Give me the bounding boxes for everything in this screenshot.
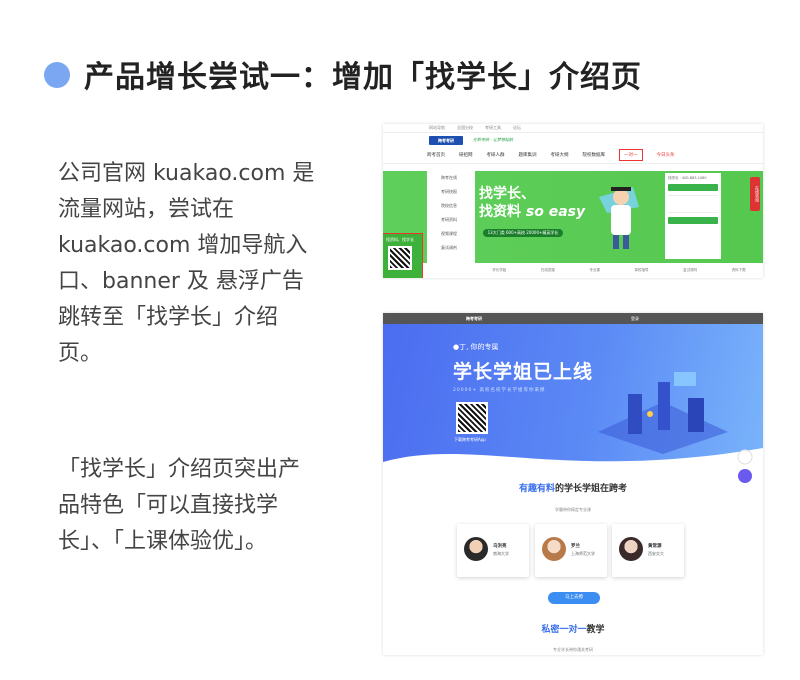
kuakao-logo[interactable]: 跨考考研 [429,135,463,145]
topbar-item[interactable]: 网站导航 [429,125,445,131]
hero-small-text: ●丁, 你的专属 [453,343,499,351]
nav-item[interactable]: 研招网 [459,152,473,158]
section-subtitle: 学霸带你搞定专业课 [555,507,591,512]
banner-line-2: 找资料 [479,204,521,220]
menu-item[interactable]: 考研快报 [427,185,475,199]
qr-ad-text: 找资料、找学长 [386,237,414,242]
kuakao-logo[interactable]: 跨考考研 [459,315,489,322]
title-bullet-dot [44,62,70,88]
senior-name: 乌洪亮 [493,544,507,549]
strip-item[interactable]: 在线答疑 [541,268,555,273]
menu-item[interactable]: 跨考在线 [427,171,475,185]
senior-hero-banner: ●丁, 你的专属 学长学姐已上线 20000+ 高校名校学长学姐等你来撩 下载跨… [383,324,763,472]
strip-item[interactable]: 择校指导 [635,268,649,273]
senior-name: 黄常源 [648,544,662,549]
floating-consult-tag[interactable]: 在线咨询 [750,177,760,211]
hero-headline: 学长学姐已上线 [453,361,594,383]
homepage-screenshot: 网站导航 全国分校 考研工具 论坛 跨考考研 在职考研 · 让梦想起航 跨考首页… [383,124,763,278]
go-chat-button[interactable]: 马上去撩 [548,592,600,604]
consult-form: 找学长 · 400-883-1080 [665,173,721,259]
avatar [619,537,643,561]
hero-subline: 20000+ 高校名校学长学姐等你来撩 [453,388,546,393]
qr-code-icon [388,246,412,270]
homepage-nav: 跨考首页 研招网 考研人群 题库集训 考研大纲 院校数据库 一对一 今日头条 [383,147,763,164]
menu-item[interactable]: 复试调剂 [427,241,475,255]
qr-code-icon [456,402,488,434]
page-title: 产品增长尝试一：增加「找学长」介绍页 [84,60,642,95]
nav-item[interactable]: 题库集训 [519,152,537,158]
nav-item[interactable]: 考研大纲 [551,152,569,158]
menu-item[interactable]: 考研资料 [427,213,475,227]
nav-item[interactable]: 今日头条 [657,152,675,158]
section-title: 有趣有料的学长学姐在跨考 [383,481,763,494]
category-menu: 跨考在线 考研快报 院校信息 考研资料 视频课程 复试调剂 [427,171,475,263]
topbar-item[interactable]: 全国分校 [457,125,473,131]
description-paragraph-2: 「找学长」介绍页突出产 品特色「可以直接找学 长」、「上课体验优」。 [58,457,301,554]
topbar-item[interactable]: 论坛 [513,125,521,131]
form-submit-button[interactable] [668,217,718,224]
section2-subtitle: 专业学长带你通关考研 [553,647,593,652]
strip-item[interactable]: 专业课 [589,268,600,273]
senior-card[interactable]: 黄常源 西安交大 [612,524,684,577]
nav-item[interactable]: 院校数据库 [583,152,606,158]
form-title: 找学长 · 400-883-1080 [668,176,707,180]
senior-school: 西安交大 [648,551,664,556]
senior-page-topbar: 跨考考研 登录 [383,313,763,324]
menu-item[interactable]: 视频课程 [427,227,475,241]
nav-item-highlighted[interactable]: 一对一 [619,149,643,161]
strip-item[interactable]: 复试调剂 [683,268,697,273]
senior-card[interactable]: 罗兰 上海师范大学 [535,524,607,577]
senior-school: 上海师范大学 [571,551,595,556]
section2-title-rest: 教学 [586,625,605,635]
homepage-banner[interactable]: 跨考在线 考研快报 院校信息 考研资料 视频课程 复试调剂 找学长、 找资料 s… [383,171,763,278]
senior-school: 南海大学 [493,551,509,556]
topbar-item[interactable]: 考研工具 [485,125,501,131]
floating-service-icons[interactable] [736,449,754,485]
banner-line-1: 找学长、 [479,186,535,202]
section2-title: 私密一对一教学 [383,622,763,635]
homepage-header: 跨考考研 在职考研 · 让梦想起航 [383,133,763,147]
senior-card[interactable]: 乌洪亮 南海大学 [457,524,529,577]
homepage-topbar: 网站导航 全国分校 考研工具 论坛 [383,124,763,133]
graduate-illustration [599,187,639,249]
avatar [464,537,488,561]
hero-wave [383,448,763,472]
avatar [542,537,566,561]
banner-easy: so easy [525,204,586,220]
floating-qr-ad[interactable]: 找资料、找学长 [383,233,423,278]
nav-item[interactable]: 跨考首页 [427,152,445,158]
senior-name: 罗兰 [571,544,580,549]
isometric-illustration [598,372,728,454]
feature-strip: 学长学姐 在线答疑 专业课 择校指导 复试调剂 资料下载 [475,263,763,278]
nav-item[interactable]: 考研人群 [487,152,505,158]
header-slogan: 在职考研 · 让梦想起航 [473,137,513,142]
menu-item[interactable]: 院校信息 [427,199,475,213]
banner-headline: 找学长、 找资料 so easy [479,185,585,221]
strip-item[interactable]: 学长学姐 [492,268,506,273]
banner-badge: 13大门类 600+高校 20000+精英学长 [483,229,563,237]
section-title-rest: 的学长学姐在跨考 [555,484,628,494]
find-senior-page-screenshot: 跨考考研 登录 ●丁, 你的专属 学长学姐已上线 20000+ 高校名校学长学姐… [383,313,763,655]
login-link[interactable]: 登录 [631,316,639,322]
section-title-highlight: 有趣有料 [518,484,555,494]
section2-title-highlight: 私密一对一 [541,625,587,635]
strip-item[interactable]: 资料下载 [732,268,746,273]
form-field[interactable] [668,184,718,191]
description-paragraph-1: 公司官网 kuakao.com 是 流量网站，尝试在 kuakao.com 增加… [58,161,315,366]
